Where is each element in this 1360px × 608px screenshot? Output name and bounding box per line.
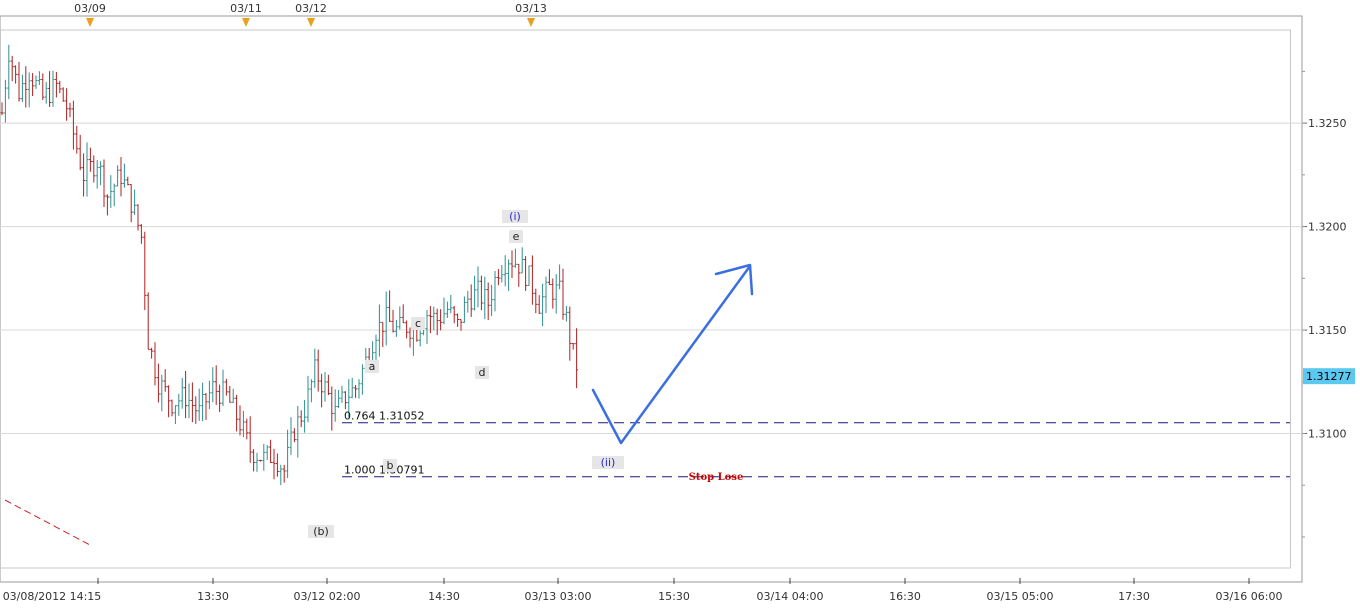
session-label: 03/12: [295, 2, 327, 15]
wave-label: (i): [509, 210, 521, 223]
wave-label: d: [479, 366, 486, 379]
wave-label: c: [415, 317, 421, 330]
x-tick-label: 03/16 06:00: [1216, 590, 1283, 603]
x-tick-label: 15:30: [658, 590, 690, 603]
wave-label: a: [369, 360, 376, 373]
fib-level-label: 0.764 1.31052: [344, 410, 424, 423]
session-label: 03/13: [515, 2, 547, 15]
x-tick-label: 14:30: [428, 590, 460, 603]
wave-label: e: [513, 230, 520, 243]
y-tick-label: 1.3100: [1308, 428, 1347, 441]
x-tick-label: 03/08/2012 14:15: [3, 590, 102, 603]
session-label: 03/09: [74, 2, 106, 15]
wave-label: (b): [313, 525, 329, 538]
x-tick-label: 17:30: [1118, 590, 1150, 603]
y-tick-label: 1.3150: [1308, 324, 1347, 337]
x-tick-label: 03/15 05:00: [987, 590, 1054, 603]
x-tick-label: 03/13 03:00: [525, 590, 592, 603]
x-tick-label: 13:30: [197, 590, 229, 603]
stop-label: Stop Lose: [689, 472, 744, 483]
x-tick-label: 16:30: [889, 590, 921, 603]
x-tick-label: 03/14 04:00: [757, 590, 824, 603]
y-tick-label: 1.3250: [1308, 117, 1347, 130]
wave-label: (ii): [601, 456, 616, 469]
x-tick-label: 03/12 02:00: [294, 590, 361, 603]
plot-background: [0, 15, 1303, 583]
price-chart[interactable]: 0.764 1.310521.000 1.30791(i)eca db(b)(ii…: [0, 0, 1360, 608]
y-tick-label: 1.3200: [1308, 221, 1347, 234]
current-price-label: 1.31277: [1306, 370, 1352, 383]
wave-label: b: [387, 459, 394, 472]
plot-frame: [0, 15, 1303, 583]
session-label: 03/11: [230, 2, 262, 15]
